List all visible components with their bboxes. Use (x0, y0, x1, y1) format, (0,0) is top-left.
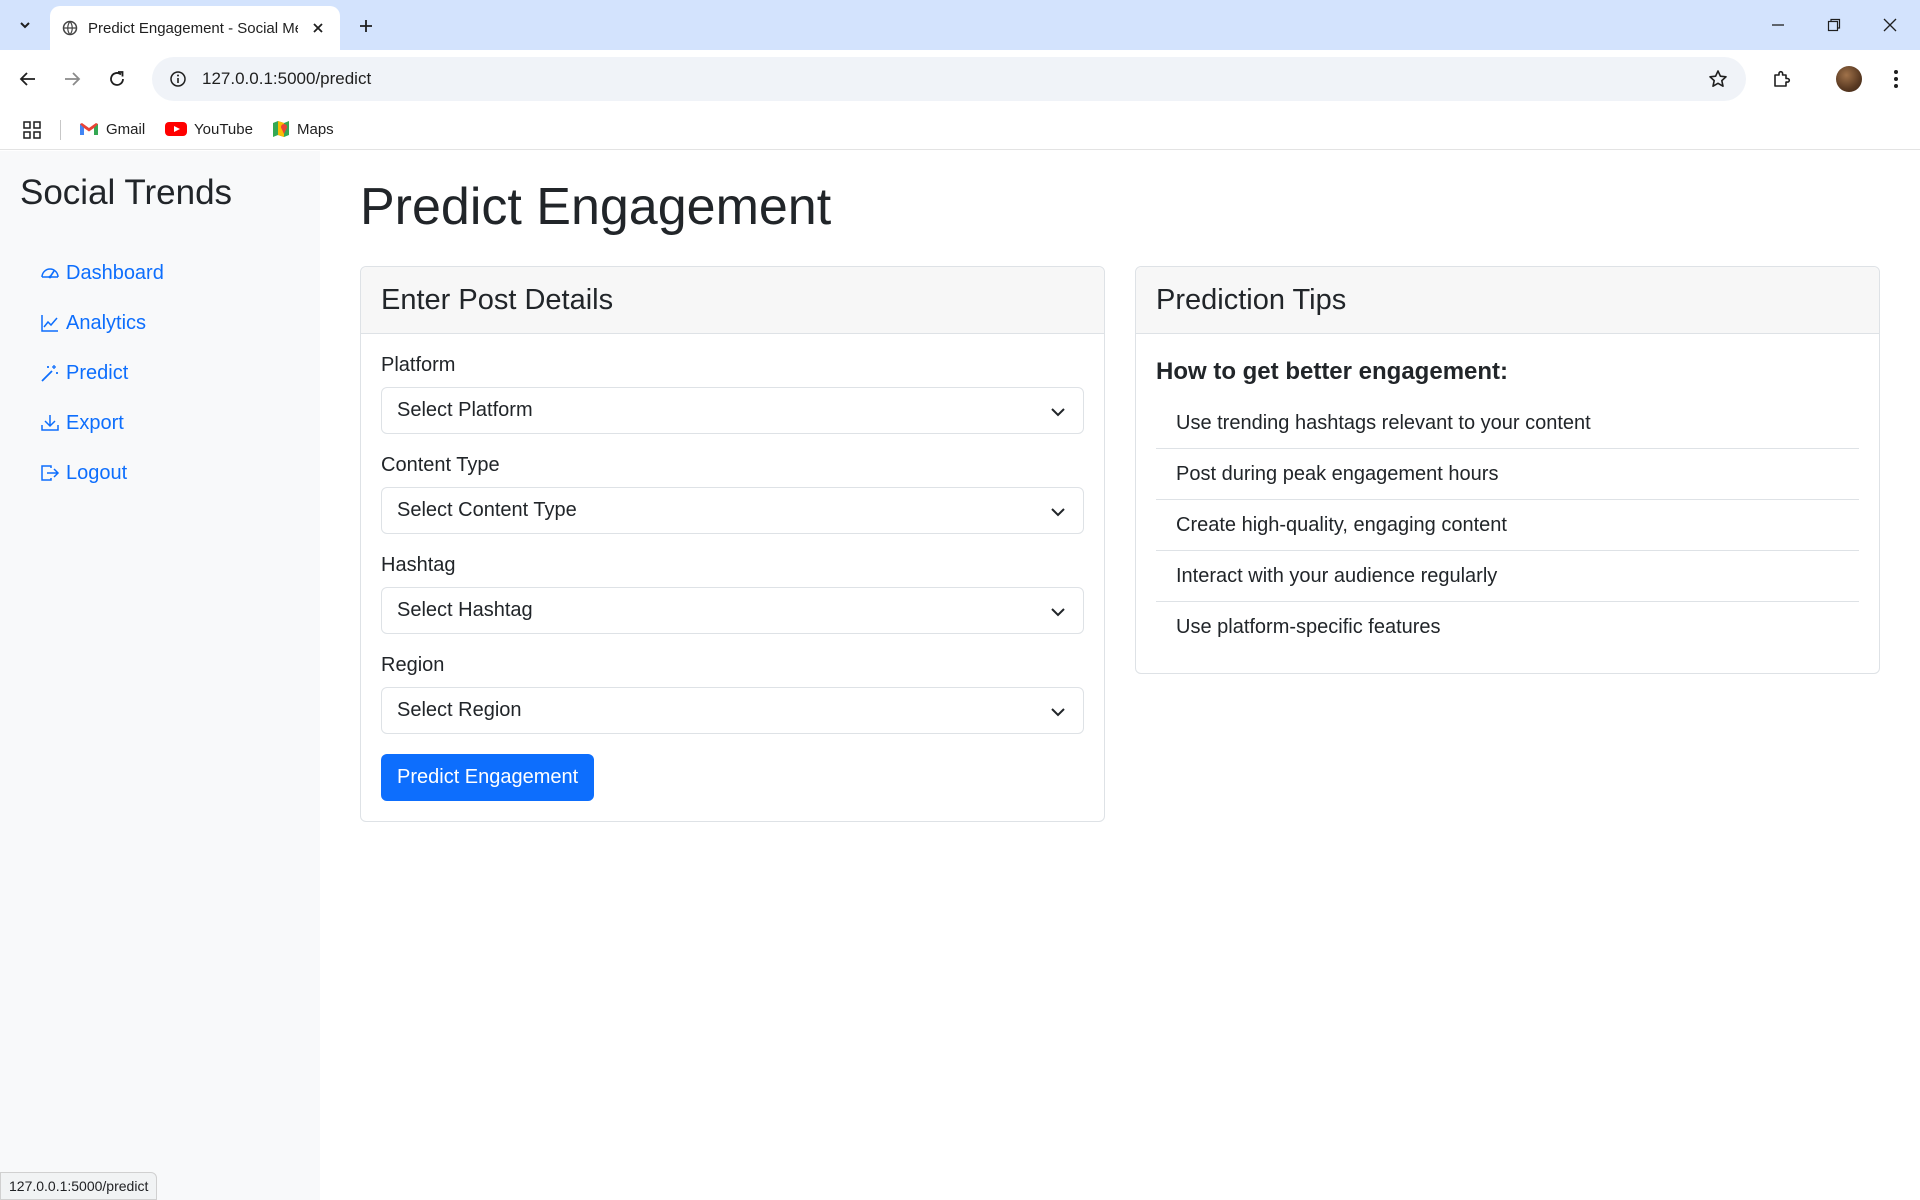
chevron-down-icon (20, 22, 30, 29)
logout-icon (41, 465, 60, 481)
close-icon (1883, 18, 1897, 32)
page-viewport: Social Trends Dashboard Analytics Predic… (0, 151, 1920, 1200)
globe-icon (62, 20, 78, 36)
content-type-select[interactable]: Select Content Type (381, 487, 1084, 534)
bookmark-star-icon[interactable] (1706, 67, 1730, 91)
card-body: Platform Select Platform Content Type Se… (361, 334, 1104, 821)
gmail-icon (80, 123, 98, 135)
puzzle-icon (1774, 70, 1791, 87)
predict-engagement-button[interactable]: Predict Engagement (381, 754, 595, 801)
hashtag-select[interactable]: Select Hashtag (381, 587, 1084, 634)
sidebar-item-export[interactable]: Export (20, 398, 164, 448)
forward-button[interactable] (56, 63, 88, 95)
card-body: How to get better engagement: Use trendi… (1136, 334, 1879, 673)
platform-select[interactable]: Select Platform (381, 387, 1084, 434)
brand-title: Social Trends (20, 173, 233, 212)
speedometer-icon (41, 268, 59, 279)
tab-close-button[interactable] (308, 18, 328, 38)
list-item: Interact with your audience regularly (1156, 551, 1859, 602)
close-icon (313, 23, 323, 33)
region-label: Region (381, 654, 445, 676)
restore-icon (1827, 18, 1841, 32)
restore-button[interactable] (1806, 0, 1862, 50)
region-select[interactable]: Select Region (381, 687, 1084, 734)
tab-search-button[interactable] (10, 12, 40, 38)
select-value: Select Content Type (397, 499, 577, 521)
bookmark-maps[interactable]: Maps (272, 116, 334, 142)
sidebar-nav: Dashboard Analytics Predict Export Logou… (20, 248, 164, 498)
maps-icon (273, 121, 289, 137)
post-details-card: Enter Post Details Platform Select Platf… (360, 266, 1105, 822)
url-text[interactable]: 127.0.0.1:5000/predict (202, 69, 371, 89)
select-value: Select Hashtag (397, 599, 533, 621)
minimize-button[interactable] (1750, 0, 1806, 50)
sidebar-item-label: Analytics (66, 311, 147, 334)
chevron-down-icon (1051, 508, 1065, 517)
sidebar-item-logout[interactable]: Logout (20, 448, 164, 498)
line-chart-icon (41, 315, 58, 332)
bookmark-label: Gmail (106, 120, 146, 138)
chevron-down-icon (1051, 408, 1065, 417)
chevron-down-icon (1051, 708, 1065, 717)
extensions-button[interactable] (1766, 63, 1798, 95)
browser-tab-strip: Predict Engagement - Social Media (0, 0, 1920, 50)
apps-grid-icon[interactable] (20, 118, 44, 142)
reload-icon (110, 71, 124, 86)
minimize-icon (1772, 24, 1784, 26)
profile-avatar[interactable] (1836, 66, 1862, 92)
hashtag-field: Hashtag Select Hashtag (381, 554, 1084, 634)
magic-wand-icon (41, 365, 58, 382)
tips-list: Use trending hashtags relevant to your c… (1156, 398, 1859, 653)
list-item: Post during peak engagement hours (1156, 449, 1859, 500)
content-type-field: Content Type Select Content Type (381, 454, 1084, 534)
youtube-icon (165, 122, 187, 136)
platform-label: Platform (381, 354, 456, 376)
address-bar[interactable]: 127.0.0.1:5000/predict (152, 57, 1746, 101)
bookmarks-bar: Gmail YouTube Maps (0, 108, 1920, 150)
more-vertical-icon (1894, 70, 1898, 88)
sidebar-item-label: Logout (66, 461, 128, 484)
sidebar-item-label: Export (66, 411, 124, 434)
page-title: Predict Engagement (360, 178, 832, 236)
arrow-left-icon (19, 72, 35, 86)
chevron-down-icon (1051, 608, 1065, 617)
sidebar-item-dashboard[interactable]: Dashboard (20, 248, 164, 298)
reload-button[interactable] (101, 63, 133, 95)
prediction-tips-card: Prediction Tips How to get better engage… (1135, 266, 1880, 674)
card-header: Enter Post Details (361, 267, 1104, 334)
back-button[interactable] (12, 63, 44, 95)
select-value: Select Platform (397, 399, 533, 421)
sidebar-item-label: Dashboard (66, 261, 164, 284)
bookmark-label: Maps (297, 120, 334, 138)
bookmark-youtube[interactable]: YouTube (165, 116, 253, 142)
bookmark-gmail[interactable]: Gmail (79, 116, 145, 142)
browser-tab[interactable]: Predict Engagement - Social Media (50, 6, 340, 50)
site-info-icon[interactable] (158, 57, 198, 101)
bookmarks-separator (60, 120, 61, 140)
region-field: Region Select Region (381, 654, 1084, 734)
select-value: Select Region (397, 699, 522, 721)
tab-title: Predict Engagement - Social Media (88, 19, 298, 37)
content-type-label: Content Type (381, 454, 500, 476)
browser-menu-button[interactable] (1880, 63, 1912, 95)
list-item: Use trending hashtags relevant to your c… (1156, 398, 1859, 449)
tips-subheading: How to get better engagement: (1156, 358, 1509, 385)
list-item: Use platform-specific features (1176, 616, 1441, 638)
sidebar-item-label: Predict (66, 361, 129, 384)
sidebar-item-predict[interactable]: Predict (20, 348, 164, 398)
hashtag-label: Hashtag (381, 554, 456, 576)
download-icon (41, 415, 59, 431)
sidebar-item-analytics[interactable]: Analytics (20, 298, 164, 348)
close-window-button[interactable] (1862, 0, 1918, 50)
arrow-right-icon (65, 72, 81, 86)
bookmark-label: YouTube (194, 120, 253, 138)
status-bar-url: 127.0.0.1:5000/predict (0, 1172, 158, 1200)
platform-field: Platform Select Platform (381, 354, 1084, 434)
sidebar: Social Trends Dashboard Analytics Predic… (0, 151, 320, 1200)
new-tab-button[interactable] (352, 12, 380, 40)
list-item: Create high-quality, engaging content (1156, 500, 1859, 551)
plus-icon (360, 20, 372, 32)
browser-toolbar: 127.0.0.1:5000/predict (0, 50, 1920, 108)
card-header: Prediction Tips (1136, 267, 1879, 334)
